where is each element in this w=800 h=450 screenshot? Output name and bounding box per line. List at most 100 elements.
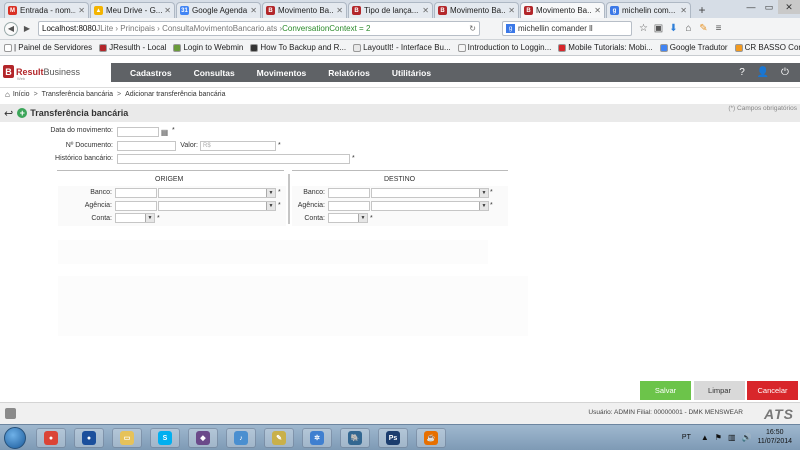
bookmark-item[interactable]: CR BASSO Consultoria...: [734, 43, 800, 52]
back-icon[interactable]: ◀: [4, 21, 18, 36]
bookmark-star-icon[interactable]: ☆: [636, 23, 651, 34]
taskbar-app[interactable]: Ps: [378, 428, 408, 448]
bookmark-item[interactable]: JResulth - Local: [99, 43, 166, 52]
home-icon[interactable]: ⌂: [681, 23, 696, 34]
url-bar[interactable]: Localhost:8080 JLite › Principais › Cons…: [38, 21, 480, 36]
breadcrumb-home[interactable]: Início: [13, 91, 30, 98]
data-movimento-input[interactable]: [117, 127, 159, 137]
clear-button[interactable]: Limpar: [694, 381, 745, 400]
valor-input[interactable]: R$: [200, 141, 276, 151]
cancel-button[interactable]: Cancelar: [747, 381, 798, 400]
close-window-icon[interactable]: ✕: [778, 0, 800, 14]
browser-tab[interactable]: ▲ Meu Drive - G... ✕: [90, 2, 175, 18]
minimize-icon[interactable]: —: [742, 0, 760, 14]
back-arrow-icon[interactable]: ↩: [4, 107, 13, 120]
origem-banco-select[interactable]: ▼: [158, 188, 276, 198]
historico-input[interactable]: [117, 154, 350, 164]
flag-icon[interactable]: ⚑: [715, 433, 722, 442]
close-tab-icon[interactable]: ✕: [164, 6, 171, 15]
browser-tab[interactable]: g michelin com... ✕: [606, 2, 691, 18]
bookmark-item[interactable]: Introduction to Loggin...: [457, 43, 551, 52]
origem-agencia-select[interactable]: ▼: [158, 201, 276, 211]
bookmark-item[interactable]: Login to Webmin: [173, 43, 243, 52]
origem-agencia-code-input[interactable]: [115, 201, 157, 211]
destino-agencia-code-input[interactable]: [328, 201, 370, 211]
taskbar-app[interactable]: 🐘: [340, 428, 370, 448]
menu-icon[interactable]: ≡: [711, 23, 726, 34]
home-icon[interactable]: ⌂: [5, 90, 10, 99]
taskbar-app[interactable]: ✎: [264, 428, 294, 448]
new-tab-icon[interactable]: +: [695, 3, 709, 17]
volume-icon[interactable]: 🔊: [742, 433, 752, 442]
start-button[interactable]: [4, 427, 26, 449]
bookmark-item[interactable]: | Painel de Servidores: [4, 43, 92, 52]
bookmark-label: Login to Webmin: [183, 43, 244, 52]
n-documento-input[interactable]: [117, 141, 176, 151]
browser-tab[interactable]: M Entrada - nom... ✕: [4, 2, 89, 18]
browser-tab[interactable]: B Movimento Ba... ✕: [262, 2, 347, 18]
browser-tab[interactable]: 31 Google Agenda ✕: [176, 2, 261, 18]
menu-item[interactable]: Cadastros: [130, 68, 172, 78]
clipboard-icon[interactable]: ▣: [651, 23, 666, 34]
forward-icon[interactable]: ▶: [20, 22, 34, 36]
origem-banco-code-input[interactable]: [115, 188, 157, 198]
destino-agencia-select[interactable]: ▼: [371, 201, 489, 211]
n-documento-label: Nº Documento:: [65, 142, 113, 149]
close-tab-icon[interactable]: ✕: [78, 6, 85, 15]
bookmark-item[interactable]: How To Backup and R...: [250, 43, 346, 52]
browser-tab[interactable]: B Movimento Ba... ✕: [434, 2, 519, 18]
origem-conta-select[interactable]: ▼: [115, 213, 155, 223]
bookmark-item[interactable]: LayoutIt! - Interface Bu...: [353, 43, 451, 52]
destino-conta-label: Conta:: [304, 215, 325, 222]
menu-item[interactable]: Consultas: [194, 68, 235, 78]
destino-banco-select[interactable]: ▼: [371, 188, 489, 198]
bookmark-item[interactable]: Mobile Tutorials: Mobi...: [558, 43, 653, 52]
taskbar-app[interactable]: ◆: [188, 428, 218, 448]
chevron-down-icon: ▼: [266, 202, 275, 210]
close-tab-icon[interactable]: ✕: [680, 6, 687, 15]
calendar-icon[interactable]: ▦: [159, 127, 170, 137]
taskbar-app[interactable]: ●: [36, 428, 66, 448]
close-tab-icon[interactable]: ✕: [422, 6, 429, 15]
breadcrumb-section[interactable]: Transferência bancária: [42, 91, 113, 98]
clock[interactable]: 16:50 11/07/2014: [757, 428, 792, 446]
help-icon[interactable]: ?: [734, 65, 750, 80]
save-button[interactable]: Salvar: [640, 381, 691, 400]
resulth-icon: B: [352, 6, 361, 15]
language-indicator[interactable]: PT: [682, 434, 691, 441]
download-icon[interactable]: ⬇: [666, 23, 681, 34]
bookmark-label: | Painel de Servidores: [14, 43, 93, 52]
tray-arrow-icon[interactable]: ▲: [701, 433, 709, 442]
taskbar-app[interactable]: ♪: [226, 428, 256, 448]
destino-banco-code-input[interactable]: [328, 188, 370, 198]
power-icon[interactable]: ⏻: [777, 65, 793, 80]
taskbar-app[interactable]: ✲: [302, 428, 332, 448]
taskbar-app[interactable]: S: [150, 428, 180, 448]
menu-item[interactable]: Utilitários: [392, 68, 431, 78]
bookmark-item[interactable]: Google Tradutor: [659, 43, 728, 52]
taskbar-app[interactable]: ☕: [416, 428, 446, 448]
network-icon[interactable]: ▥: [728, 433, 736, 442]
taskbar-app[interactable]: ●: [74, 428, 104, 448]
browser-tab[interactable]: B Movimento Ba... ✕: [520, 2, 605, 18]
taskbar-app[interactable]: ▭: [112, 428, 142, 448]
close-tab-icon[interactable]: ✕: [508, 6, 515, 15]
browser-search-box[interactable]: g michellin comander ll: [502, 21, 632, 36]
resulth-icon: B: [438, 6, 447, 15]
maximize-icon[interactable]: ▭: [760, 0, 778, 14]
postgres-icon: 🐘: [348, 431, 362, 445]
reload-icon[interactable]: ↻: [469, 24, 476, 33]
drive-icon: ▲: [94, 6, 103, 15]
browser-tab[interactable]: B Tipo de lança... ✕: [348, 2, 433, 18]
close-tab-icon[interactable]: ✕: [250, 6, 257, 15]
close-tab-icon[interactable]: ✕: [594, 6, 601, 15]
resulth-business-logo[interactable]: B ResultBusiness Web: [3, 65, 80, 81]
addon-icon[interactable]: ✎: [696, 23, 711, 34]
destino-agencia-label: Agência:: [297, 202, 325, 209]
keyboard-icon[interactable]: [5, 408, 16, 419]
menu-item[interactable]: Relatórios: [328, 68, 370, 78]
menu-item[interactable]: Movimentos: [257, 68, 307, 78]
user-icon[interactable]: 👤: [755, 65, 771, 80]
destino-conta-select[interactable]: ▼: [328, 213, 368, 223]
close-tab-icon[interactable]: ✕: [336, 6, 343, 15]
